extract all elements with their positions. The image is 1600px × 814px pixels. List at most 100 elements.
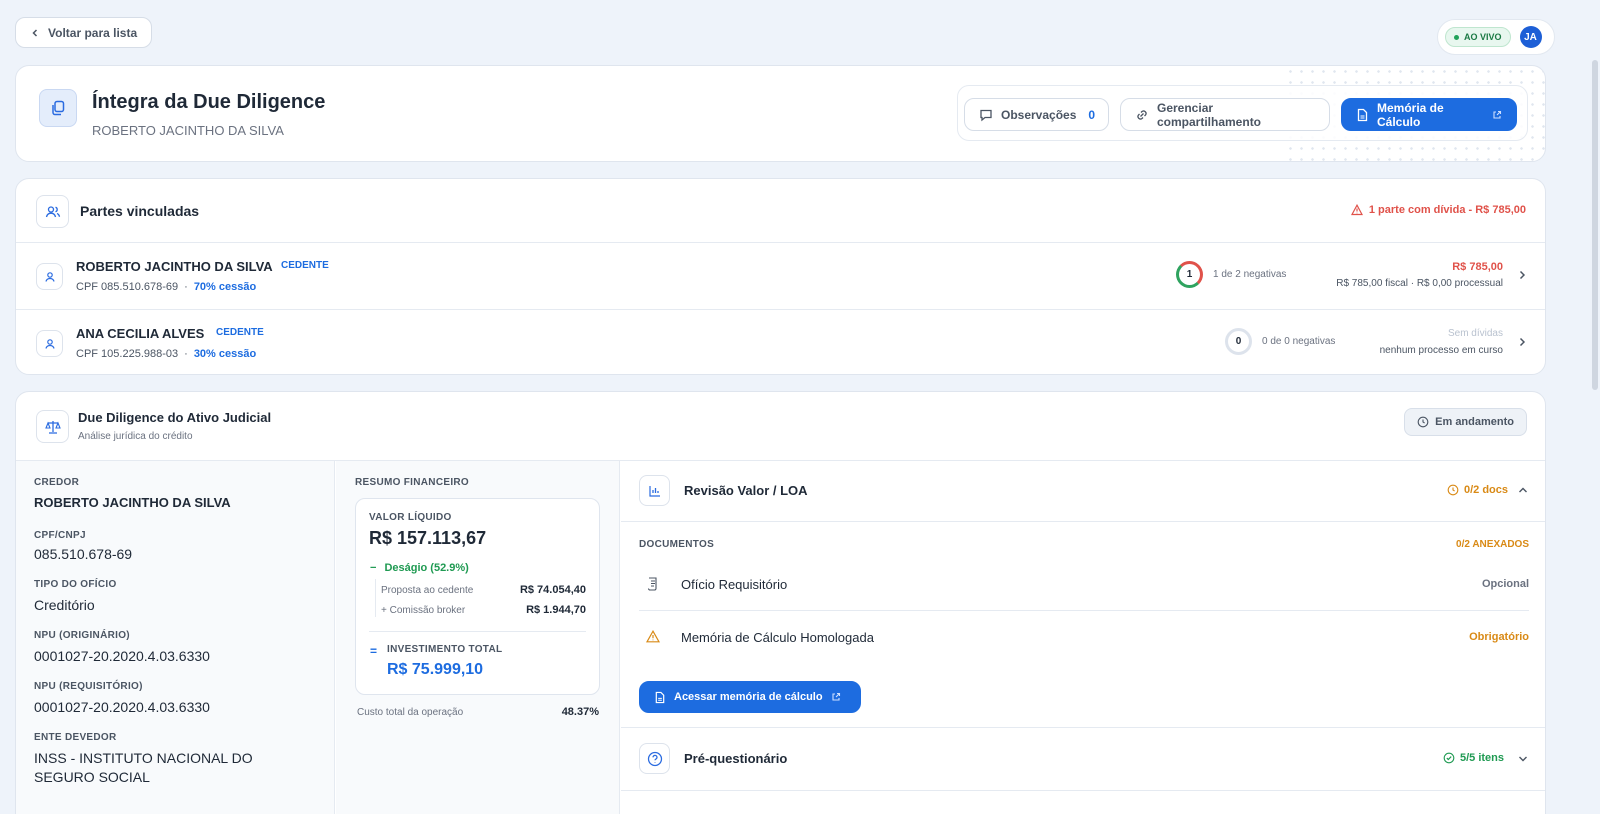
party-meta: CPF 105.225.988-03 · 30% cessão xyxy=(76,348,257,360)
credor-panel: CREDOR ROBERTO JACINTHO DA SILVA CPF/CNP… xyxy=(16,461,335,814)
resumo-box: VALOR LÍQUIDO R$ 157.113,67 − Deságio (5… xyxy=(355,498,600,695)
scale-icon xyxy=(36,410,69,443)
invest-label: INVESTIMENTO TOTAL xyxy=(387,644,503,655)
desagio-row: − Deságio (52.9%) xyxy=(370,562,469,574)
scrollbar-thumb[interactable] xyxy=(1592,60,1598,390)
memoria-calculo-button[interactable]: Memória de Cálculo xyxy=(1341,98,1517,131)
share-label: Gerenciar compartilhamento xyxy=(1157,100,1262,129)
observacoes-label: Observações xyxy=(1001,107,1077,122)
field-label: TIPO DO OFÍCIO xyxy=(34,579,117,590)
copy-icon xyxy=(39,89,77,127)
memoria-label: Memória de Cálculo xyxy=(1377,100,1444,129)
tree-line xyxy=(375,579,376,617)
anexados-label: 0/2 ANEXADOS xyxy=(1456,539,1529,550)
warning-icon xyxy=(646,630,660,643)
revisao-title: Revisão Valor / LOA xyxy=(684,483,808,498)
divider xyxy=(621,521,1545,522)
doc-item[interactable]: Ofício Requisitório Opcional xyxy=(639,559,1529,611)
party-debt-detail: nenhum processo em curso xyxy=(1379,345,1503,356)
page-title: Íntegra da Due Diligence xyxy=(92,91,326,113)
liquido-value: R$ 157.113,67 xyxy=(369,528,487,548)
page-subtitle: ROBERTO JACINTHO DA SILVA xyxy=(92,123,284,138)
party-role-badge: CEDENTE xyxy=(281,260,329,271)
field-value: Creditório xyxy=(34,597,95,613)
observacoes-count: 0 xyxy=(1088,107,1096,122)
share-button[interactable]: Gerenciar compartilhamento xyxy=(1120,98,1330,131)
field-value: 0001027-20.2020.4.03.6330 xyxy=(34,699,210,715)
desagio-label: Deságio (52.9%) xyxy=(384,562,469,574)
observacoes-button[interactable]: Observações 0 xyxy=(964,98,1109,131)
party-debt-amount: Sem dívidas xyxy=(1447,328,1503,339)
revisao-panel: Revisão Valor / LOA 0/2 docs DOCUMENTOS … xyxy=(621,461,1545,814)
minus-icon: − xyxy=(370,562,377,574)
party-row[interactable]: ROBERTO JACINTHO DA SILVA CEDENTE CPF 08… xyxy=(16,243,1545,308)
docs-status: 0/2 docs xyxy=(1447,484,1508,496)
back-label: Voltar para lista xyxy=(48,25,138,40)
chevron-right-icon[interactable] xyxy=(1517,269,1527,281)
party-meta: CPF 085.510.678-69 · 70% cessão xyxy=(76,281,257,293)
party-share: 30% cessão xyxy=(193,348,257,360)
status-label: Em andamento xyxy=(1435,416,1514,428)
bar-chart-icon xyxy=(639,475,670,506)
party-name: ANA CECILIA ALVES xyxy=(76,326,205,341)
user-icon xyxy=(36,330,63,357)
chevron-up-icon[interactable] xyxy=(1517,485,1529,495)
party-row[interactable]: ANA CECILIA ALVES CEDENTE CPF 105.225.98… xyxy=(16,310,1545,374)
field-value: 0001027-20.2020.4.03.6330 xyxy=(34,648,210,664)
docs-label: DOCUMENTOS xyxy=(639,539,715,550)
status-badge: Em andamento xyxy=(1404,408,1527,436)
check-circle-icon xyxy=(1443,752,1455,764)
due-diligence-card: Due Diligence do Ativo Judicial Análise … xyxy=(15,391,1546,814)
partes-alert: 1 parte com dívida - R$ 785,00 xyxy=(1350,204,1526,216)
access-memoria-button[interactable]: Acessar memória de cálculo xyxy=(639,681,861,713)
proposta-label: Proposta ao cedente xyxy=(381,585,474,596)
liquido-label: VALOR LÍQUIDO xyxy=(369,512,452,523)
comissao-value: R$ 1.944,70 xyxy=(526,604,586,616)
pre-status: 5/5 itens xyxy=(1443,752,1504,764)
chevron-right-icon[interactable] xyxy=(1517,336,1527,348)
doc-tag: Obrigatório xyxy=(1469,631,1529,643)
live-label: AO VIVO xyxy=(1464,32,1502,42)
party-debt-amount: R$ 785,00 xyxy=(1452,261,1503,273)
comissao-label: + Comissão broker xyxy=(381,605,466,616)
field-value: 085.510.678-69 xyxy=(34,546,133,562)
equals-icon: = xyxy=(370,644,378,658)
party-cpf: CPF 085.510.678-69 xyxy=(76,281,179,293)
scroll-document-icon xyxy=(646,576,660,592)
users-icon xyxy=(36,195,69,228)
header-card: Íntegra da Due Diligence ROBERTO JACINTH… xyxy=(15,65,1546,162)
proposta-value: R$ 74.054,40 xyxy=(519,584,586,596)
partes-alert-text: 1 parte com dívida - R$ 785,00 xyxy=(1368,204,1526,216)
party-cpf: CPF 105.225.988-03 xyxy=(76,348,179,360)
field-value: INSS - INSTITUTO NACIONAL DO SEGURO SOCI… xyxy=(34,750,253,785)
chevron-down-icon[interactable] xyxy=(1517,754,1529,764)
pre-questionario-header[interactable]: Pré-questionário 5/5 itens xyxy=(621,728,1545,790)
avatar[interactable]: JA xyxy=(1519,26,1542,48)
back-button[interactable]: Voltar para lista xyxy=(15,17,153,48)
revisao-header[interactable]: Revisão Valor / LOA 0/2 docs xyxy=(621,461,1545,521)
external-link-icon xyxy=(1492,110,1502,120)
link-icon xyxy=(1135,108,1149,122)
document-icon xyxy=(1356,108,1369,122)
doc-name: Memória de Cálculo Homologada xyxy=(681,630,874,645)
doc-item[interactable]: Memória de Cálculo Homologada Obrigatóri… xyxy=(639,612,1529,664)
party-share: 70% cessão xyxy=(193,281,257,293)
document-icon xyxy=(654,691,666,704)
custo-label: Custo total da operação xyxy=(357,707,464,718)
live-status-pill: AO VIVO JA xyxy=(1437,19,1555,55)
clock-icon xyxy=(1447,484,1459,496)
custo-value: 48.37% xyxy=(561,706,599,718)
negativas-ring: 1 xyxy=(1176,261,1203,288)
field-label: NPU (REQUISITÓRIO) xyxy=(34,681,143,692)
negativas-ring: 0 xyxy=(1225,328,1252,355)
chevron-left-icon xyxy=(30,28,40,38)
resumo-panel: RESUMO FINANCEIRO VALOR LÍQUIDO R$ 157.1… xyxy=(336,461,620,814)
header-actions: Observações 0 Gerenciar compartilhamento… xyxy=(957,85,1528,141)
dd-subtitle: Análise jurídica do crédito xyxy=(78,431,193,442)
field-label: CPF/CNPJ xyxy=(34,530,86,541)
invest-value: R$ 75.999,10 xyxy=(387,661,484,678)
negativas-text: 1 de 2 negativas xyxy=(1213,269,1287,280)
clock-icon xyxy=(1417,416,1429,428)
party-debt-detail: R$ 785,00 fiscal · R$ 0,00 processual xyxy=(1336,278,1503,289)
partes-title: Partes vinculadas xyxy=(80,203,200,219)
